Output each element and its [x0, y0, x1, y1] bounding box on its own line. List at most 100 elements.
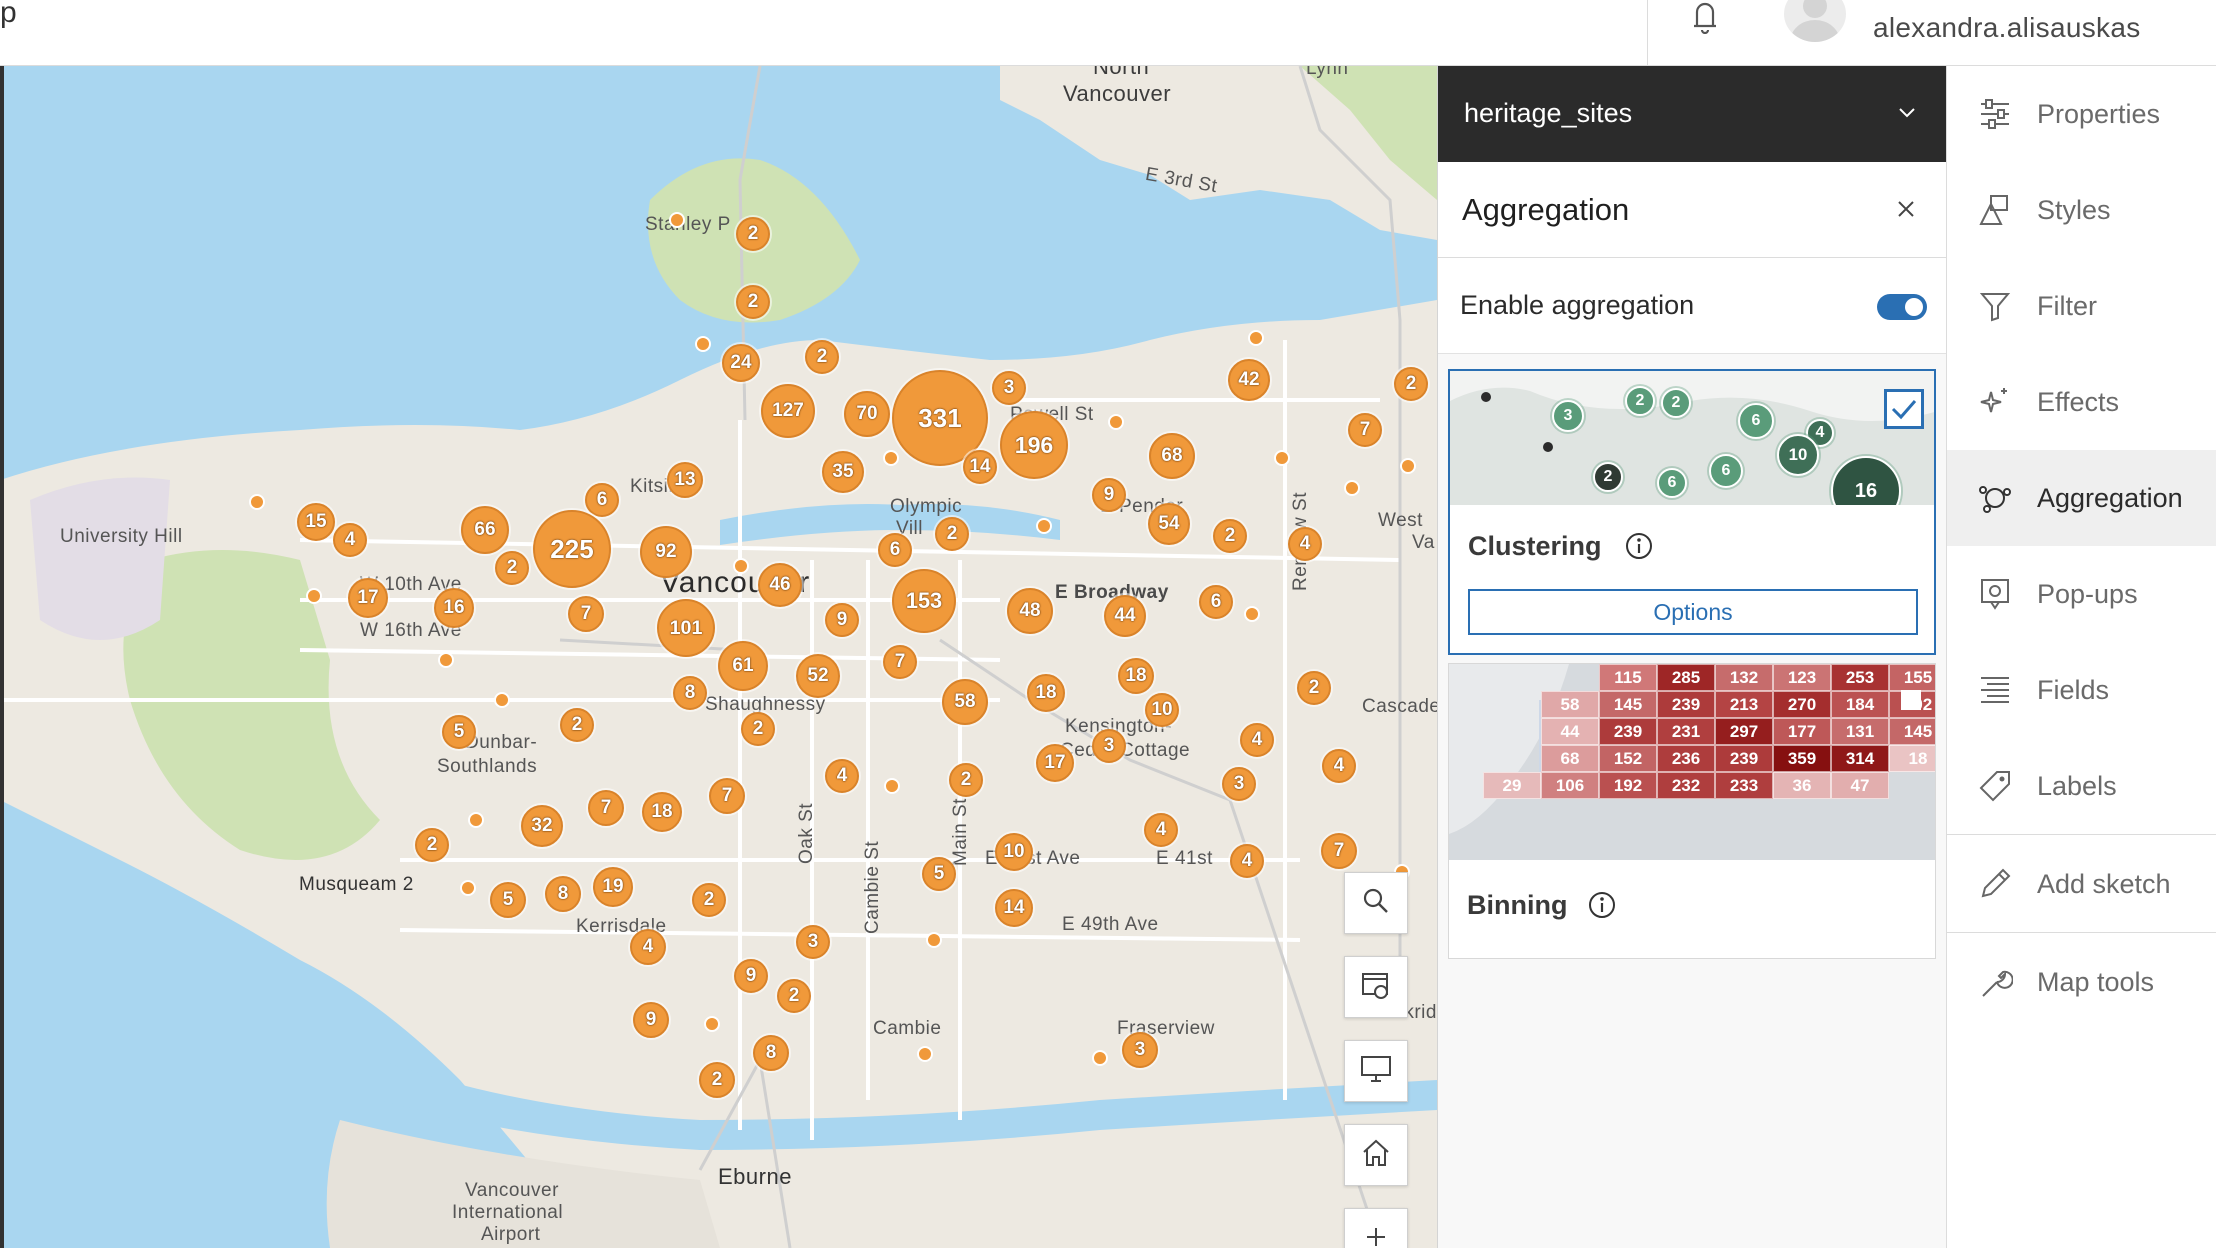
- cluster-marker[interactable]: 35: [822, 451, 864, 493]
- cluster-marker[interactable]: 68: [1149, 433, 1195, 479]
- cluster-marker[interactable]: 2: [1213, 519, 1247, 553]
- cluster-marker[interactable]: 48: [1007, 588, 1053, 634]
- cluster-marker[interactable]: 8: [753, 1035, 789, 1071]
- site-point[interactable]: [1274, 450, 1290, 466]
- site-point[interactable]: [917, 1046, 933, 1062]
- map-search-button[interactable]: [1344, 872, 1408, 934]
- cluster-marker[interactable]: 2: [777, 979, 811, 1013]
- site-point[interactable]: [669, 212, 685, 228]
- user-avatar[interactable]: [1784, 0, 1846, 42]
- cluster-marker[interactable]: 196: [1000, 411, 1068, 479]
- fullscreen-button[interactable]: [1344, 1040, 1408, 1102]
- nav-item-effects[interactable]: Effects: [1947, 354, 2216, 450]
- nav-item-filter[interactable]: Filter: [1947, 258, 2216, 354]
- zoom-in-button[interactable]: [1344, 1208, 1408, 1248]
- cluster-marker[interactable]: 17: [1036, 744, 1074, 782]
- cluster-marker[interactable]: 8: [673, 676, 707, 710]
- notifications-bell-icon[interactable]: [1686, 0, 1724, 35]
- nav-item-popups[interactable]: Pop-ups: [1947, 546, 2216, 642]
- cluster-marker[interactable]: 2: [495, 551, 529, 585]
- cluster-marker[interactable]: 101: [657, 599, 715, 657]
- cluster-marker[interactable]: 4: [1144, 813, 1178, 847]
- site-point[interactable]: [1400, 458, 1416, 474]
- cluster-marker[interactable]: 44: [1104, 595, 1146, 637]
- cluster-marker[interactable]: 9: [1092, 478, 1126, 512]
- nav-item-properties[interactable]: Properties: [1947, 66, 2216, 162]
- cluster-marker[interactable]: 2: [699, 1062, 735, 1098]
- cluster-marker[interactable]: 4: [630, 929, 666, 965]
- site-point[interactable]: [1244, 606, 1260, 622]
- cluster-marker[interactable]: 225: [533, 510, 611, 588]
- cluster-marker[interactable]: 7: [1348, 413, 1382, 447]
- cluster-marker[interactable]: 7: [568, 596, 604, 632]
- cluster-marker[interactable]: 92: [640, 526, 692, 578]
- cluster-marker[interactable]: 54: [1148, 503, 1190, 545]
- cluster-marker[interactable]: 4: [1288, 527, 1322, 561]
- cluster-marker[interactable]: 6: [1199, 585, 1233, 619]
- site-point[interactable]: [704, 1016, 720, 1032]
- clustering-card[interactable]: 3 2 2 6 4 10 2 6 6 16 Clustering Options: [1448, 369, 1936, 655]
- cluster-marker[interactable]: 19: [593, 867, 633, 907]
- site-point[interactable]: [306, 588, 322, 604]
- site-point[interactable]: [249, 494, 265, 510]
- cluster-marker[interactable]: 15: [297, 503, 335, 541]
- site-point[interactable]: [494, 692, 510, 708]
- cluster-marker[interactable]: 32: [521, 805, 563, 847]
- cluster-marker[interactable]: 7: [709, 778, 745, 814]
- nav-item-fields[interactable]: Fields: [1947, 642, 2216, 738]
- cluster-marker[interactable]: 42: [1228, 359, 1270, 401]
- cluster-marker[interactable]: 2: [805, 340, 839, 374]
- cluster-marker[interactable]: 14: [963, 450, 997, 484]
- cluster-marker[interactable]: 14: [995, 889, 1033, 927]
- cluster-marker[interactable]: 4: [333, 523, 367, 557]
- cluster-marker[interactable]: 10: [1145, 693, 1179, 727]
- cluster-marker[interactable]: 58: [942, 679, 988, 725]
- cluster-marker[interactable]: 46: [758, 563, 802, 607]
- cluster-marker[interactable]: 2: [935, 517, 969, 551]
- nav-item-labels[interactable]: Labels: [1947, 738, 2216, 834]
- cluster-marker[interactable]: 18: [1027, 674, 1065, 712]
- cluster-marker[interactable]: 3: [992, 371, 1026, 405]
- site-point[interactable]: [1344, 480, 1360, 496]
- cluster-marker[interactable]: 13: [667, 462, 703, 498]
- nav-item-styles[interactable]: Styles: [1947, 162, 2216, 258]
- cluster-marker[interactable]: 9: [734, 959, 768, 993]
- site-point[interactable]: [733, 558, 749, 574]
- cluster-marker[interactable]: 2: [949, 763, 983, 797]
- site-point[interactable]: [884, 778, 900, 794]
- cluster-marker[interactable]: 52: [796, 654, 840, 698]
- nav-item-map-tools[interactable]: Map tools: [1947, 934, 2216, 1030]
- cluster-marker[interactable]: 6: [878, 533, 912, 567]
- cluster-marker[interactable]: 2: [415, 828, 449, 862]
- username-label[interactable]: alexandra.alisauskas: [1873, 12, 2141, 44]
- basemap-gallery-button[interactable]: [1344, 956, 1408, 1018]
- enable-aggregation-toggle[interactable]: [1877, 294, 1927, 320]
- clustering-selected-checkbox[interactable]: [1884, 389, 1924, 429]
- cluster-marker[interactable]: 3: [1222, 767, 1256, 801]
- cluster-marker[interactable]: 9: [825, 603, 859, 637]
- cluster-marker[interactable]: 24: [722, 344, 760, 382]
- cluster-marker[interactable]: 2: [736, 217, 770, 251]
- cluster-marker[interactable]: 4: [1230, 844, 1264, 878]
- cluster-marker[interactable]: 3: [1122, 1032, 1158, 1068]
- cluster-marker[interactable]: 2: [736, 285, 770, 319]
- cluster-marker[interactable]: 7: [883, 645, 917, 679]
- cluster-marker[interactable]: 5: [490, 882, 526, 918]
- cluster-marker[interactable]: 8: [545, 876, 581, 912]
- site-point[interactable]: [1248, 330, 1264, 346]
- nav-item-aggregation[interactable]: Aggregation: [1947, 450, 2216, 546]
- cluster-marker[interactable]: 7: [588, 790, 624, 826]
- site-point[interactable]: [695, 336, 711, 352]
- site-point[interactable]: [438, 652, 454, 668]
- cluster-marker[interactable]: 18: [1118, 658, 1154, 694]
- cluster-marker[interactable]: 6: [585, 483, 619, 517]
- cluster-marker[interactable]: 4: [1322, 749, 1356, 783]
- site-point[interactable]: [926, 932, 942, 948]
- cluster-marker[interactable]: 4: [1240, 723, 1274, 757]
- cluster-marker[interactable]: 2: [1394, 367, 1428, 401]
- cluster-marker[interactable]: 2: [692, 883, 726, 917]
- cluster-marker[interactable]: 3: [796, 925, 830, 959]
- site-point[interactable]: [1092, 1050, 1108, 1066]
- cluster-marker[interactable]: 5: [442, 715, 476, 749]
- map-view[interactable]: North Vancouver E 3rd St Stanley P Unive…: [0, 66, 1437, 1248]
